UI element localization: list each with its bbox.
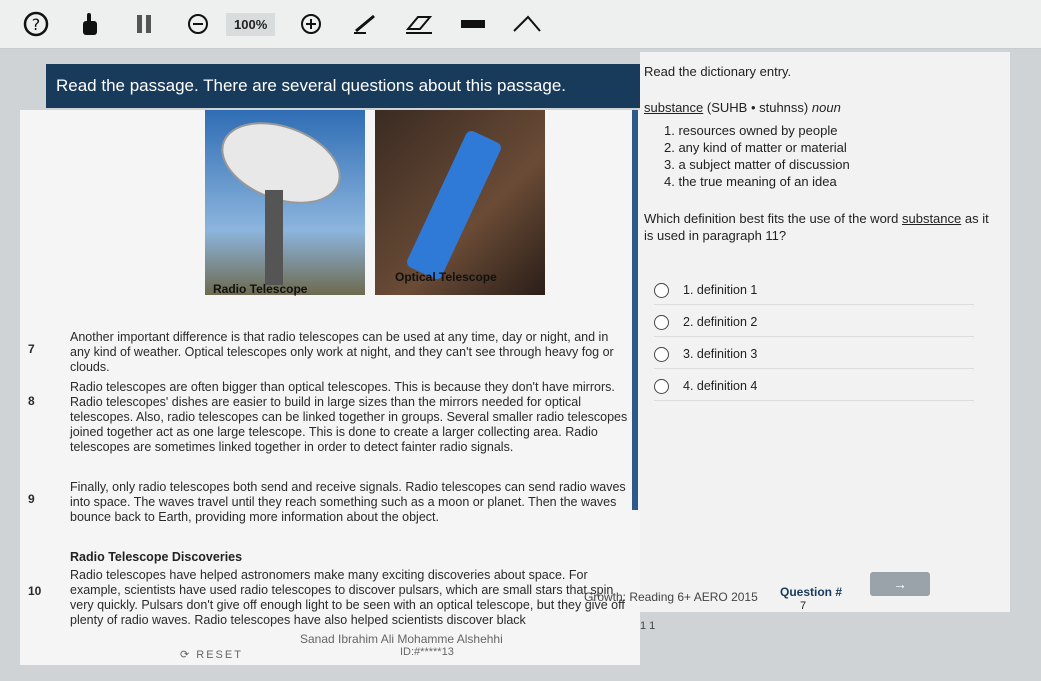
question-number-label: Question # bbox=[780, 585, 843, 599]
section-heading: Radio Telescope Discoveries bbox=[70, 550, 243, 564]
student-name: Sanad Ibrahim Ali Mohamme Alshehhi bbox=[300, 632, 503, 646]
passage-instruction-banner: Read the passage. There are several ques… bbox=[46, 64, 640, 108]
paragraph-text: Finally, only radio telescopes both send… bbox=[70, 480, 626, 524]
help-icon[interactable]: ? bbox=[18, 6, 54, 42]
paragraph-number: 9 bbox=[28, 492, 35, 506]
reset-label: RESET bbox=[196, 649, 243, 661]
answer-option-4[interactable]: 4. definition 4 bbox=[654, 372, 974, 401]
zoom-out-icon[interactable] bbox=[180, 6, 216, 42]
answer-option-2[interactable]: 2. definition 2 bbox=[654, 308, 974, 337]
page-indicator: 1 1 bbox=[640, 620, 656, 632]
toolbar: ? 100% bbox=[0, 0, 1041, 49]
panel-divider[interactable] bbox=[632, 110, 638, 510]
zoom-level: 100% bbox=[226, 12, 276, 36]
paragraph-number: 8 bbox=[28, 394, 35, 408]
pause-icon[interactable] bbox=[126, 6, 162, 42]
arrow-right-icon: → bbox=[893, 576, 907, 592]
optical-telescope-image bbox=[375, 110, 545, 295]
line-reader-icon[interactable] bbox=[509, 6, 545, 42]
paragraph-10: 10 Radio telescopes have helped astronom… bbox=[28, 568, 630, 628]
radio-button[interactable] bbox=[654, 346, 669, 362]
question-instruction: Read the dictionary entry. bbox=[644, 64, 792, 79]
definition-item: 1. resources owned by people bbox=[664, 123, 838, 138]
paragraph-7: 7 Another important difference is that r… bbox=[28, 330, 630, 375]
definition-list: 1. resources owned by people 2. any kind… bbox=[664, 122, 850, 190]
radio-button[interactable] bbox=[654, 314, 669, 330]
passage-panel[interactable]: Radio Telescope Optical Telescope 7 Anot… bbox=[20, 110, 640, 665]
student-id: ID:#*****13 bbox=[400, 646, 454, 658]
paragraph-text: Another important difference is that rad… bbox=[70, 330, 614, 374]
next-button[interactable]: → bbox=[870, 572, 930, 596]
option-label: 3. definition 3 bbox=[683, 347, 758, 361]
question-pre: Which definition best fits the use of th… bbox=[644, 211, 899, 226]
paragraph-text: Radio telescopes are often bigger than o… bbox=[70, 380, 628, 454]
dictionary-entry: substance (SUHB • stuhnss) noun bbox=[644, 100, 841, 115]
entry-pronunciation: (SUHB • stuhnss) bbox=[706, 100, 809, 115]
answer-option-3[interactable]: 3. definition 3 bbox=[654, 340, 974, 369]
paragraph-8: 8 Radio telescopes are often bigger than… bbox=[28, 380, 630, 455]
pencil-icon[interactable] bbox=[347, 6, 383, 42]
question-panel: Read the dictionary entry. substance (SU… bbox=[640, 52, 1010, 612]
question-number: 7 bbox=[800, 600, 807, 612]
banner-text: Read the passage. There are several ques… bbox=[56, 76, 567, 95]
option-label: 2. definition 2 bbox=[683, 315, 758, 329]
radio-telescope-caption: Radio Telescope bbox=[213, 282, 308, 296]
reset-button[interactable]: ⟳ RESET bbox=[180, 648, 243, 661]
test-name: Growth: Reading 6+ AERO 2015 bbox=[584, 590, 758, 604]
telescope-images: Radio Telescope Optical Telescope bbox=[205, 110, 545, 310]
question-text: Which definition best fits the use of th… bbox=[644, 210, 994, 244]
radio-telescope-image bbox=[205, 110, 365, 295]
paragraph-number: 7 bbox=[28, 342, 35, 356]
svg-text:?: ? bbox=[32, 15, 41, 34]
entry-word: substance bbox=[644, 100, 704, 115]
highlighter-icon[interactable] bbox=[455, 6, 491, 42]
paragraph-9: 9 Finally, only radio telescopes both se… bbox=[28, 480, 630, 525]
hand-pointer-icon[interactable] bbox=[72, 6, 108, 42]
eraser-icon[interactable] bbox=[401, 6, 437, 42]
definition-item: 2. any kind of matter or material bbox=[664, 140, 847, 155]
radio-button[interactable] bbox=[654, 282, 669, 298]
entry-part-of-speech: noun bbox=[811, 100, 841, 115]
question-target-word: substance bbox=[901, 211, 962, 226]
option-label: 4. definition 4 bbox=[683, 379, 758, 393]
answer-option-1[interactable]: 1. definition 1 bbox=[654, 276, 974, 305]
zoom-in-icon[interactable] bbox=[293, 6, 329, 42]
reset-icon: ⟳ bbox=[180, 649, 192, 661]
optical-telescope-caption: Optical Telescope bbox=[395, 270, 497, 284]
paragraph-text: Radio telescopes have helped astronomers… bbox=[70, 568, 625, 627]
definition-item: 4. the true meaning of an idea bbox=[664, 174, 837, 189]
option-label: 1. definition 1 bbox=[683, 283, 758, 297]
paragraph-number: 10 bbox=[28, 584, 42, 598]
definition-item: 3. a subject matter of discussion bbox=[664, 157, 850, 172]
radio-button[interactable] bbox=[654, 378, 669, 394]
